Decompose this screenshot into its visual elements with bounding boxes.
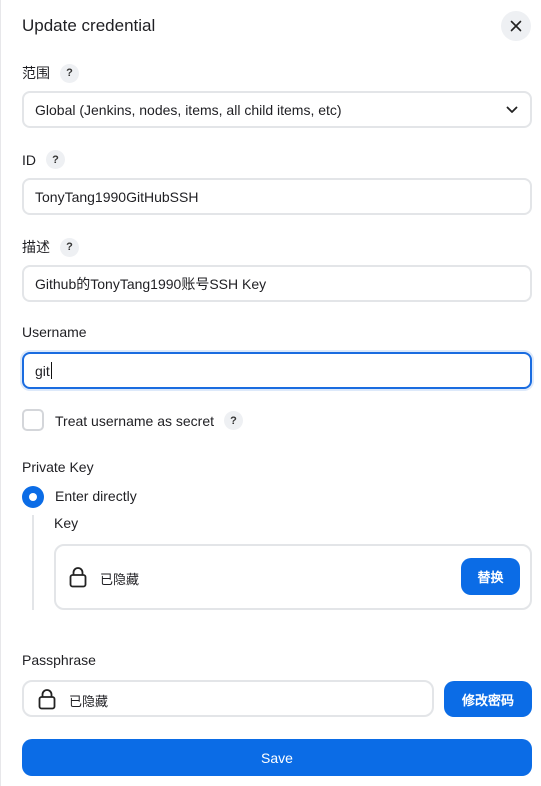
lock-icon bbox=[38, 689, 56, 710]
passphrase-secret-box: 已隐藏 bbox=[22, 680, 434, 717]
treat-username-secret-help-icon[interactable]: ? bbox=[224, 411, 243, 430]
id-label-row: ID ? bbox=[22, 150, 65, 169]
change-passphrase-button[interactable]: 修改密码 bbox=[444, 681, 532, 717]
treat-username-secret-label: Treat username as secret bbox=[55, 412, 214, 429]
username-label: Username bbox=[22, 324, 87, 340]
private-key-hidden-text: 已隐藏 bbox=[100, 572, 140, 587]
close-button[interactable] bbox=[501, 11, 531, 41]
chevron-down-icon bbox=[506, 106, 518, 113]
description-label-row: 描述 ? bbox=[22, 237, 79, 257]
private-key-label: Private Key bbox=[22, 459, 94, 475]
passphrase-label: Passphrase bbox=[22, 652, 96, 668]
description-input-value: Github的TonyTang1990账号SSH Key bbox=[35, 275, 267, 292]
scope-label: 范围 bbox=[22, 65, 50, 81]
id-help-icon[interactable]: ? bbox=[46, 150, 65, 169]
private-key-label-row: Private Key bbox=[22, 459, 94, 475]
radio-selected-dot bbox=[29, 493, 37, 501]
nested-option-divider bbox=[32, 515, 34, 610]
id-input[interactable]: TonyTang1990GitHubSSH bbox=[22, 178, 532, 215]
key-label: Key bbox=[54, 515, 79, 531]
username-label-row: Username bbox=[22, 324, 87, 340]
enter-directly-radio[interactable] bbox=[22, 486, 44, 508]
scope-select-value: Global (Jenkins, nodes, items, all child… bbox=[35, 101, 342, 118]
treat-username-secret-checkbox[interactable] bbox=[22, 409, 44, 431]
username-input[interactable]: git bbox=[22, 352, 532, 389]
lock-icon bbox=[69, 567, 87, 588]
description-label: 描述 bbox=[22, 239, 50, 255]
private-key-secret-box: 已隐藏 替换 bbox=[54, 544, 532, 610]
description-help-icon[interactable]: ? bbox=[60, 237, 79, 257]
scope-help-icon[interactable]: ? bbox=[60, 63, 79, 83]
save-button[interactable]: Save bbox=[22, 739, 532, 776]
update-credential-dialog: Update credential 范围 ? Global (Jenkins, … bbox=[0, 0, 541, 786]
treat-username-secret-label-row: Treat username as secret ? bbox=[55, 411, 243, 430]
text-caret bbox=[50, 362, 52, 379]
enter-directly-label: Enter directly bbox=[55, 488, 137, 504]
username-input-value: git bbox=[35, 362, 50, 379]
passphrase-label-row: Passphrase bbox=[22, 652, 96, 668]
dialog-title: Update credential bbox=[22, 16, 156, 35]
close-icon bbox=[510, 20, 522, 32]
id-label: ID bbox=[22, 151, 36, 168]
passphrase-hidden-text: 已隐藏 bbox=[69, 694, 109, 709]
replace-key-button[interactable]: 替换 bbox=[461, 558, 520, 595]
scope-select[interactable]: Global (Jenkins, nodes, items, all child… bbox=[22, 91, 532, 128]
scope-label-row: 范围 ? bbox=[22, 63, 79, 83]
id-input-value: TonyTang1990GitHubSSH bbox=[35, 188, 199, 205]
description-input[interactable]: Github的TonyTang1990账号SSH Key bbox=[22, 265, 532, 302]
